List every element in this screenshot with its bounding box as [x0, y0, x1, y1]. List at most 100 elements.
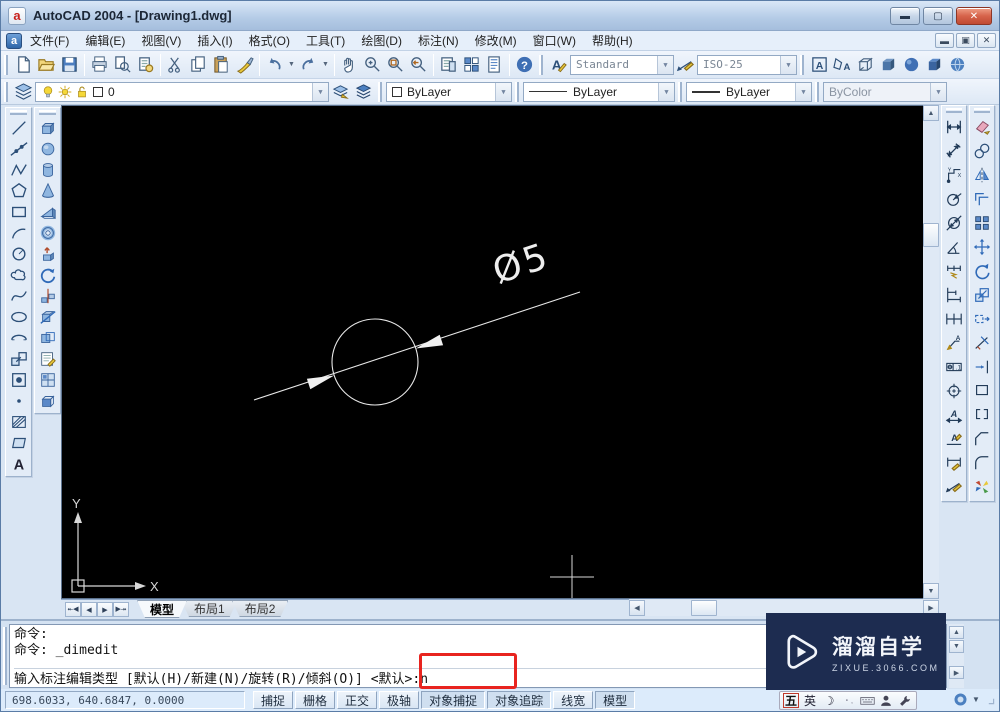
menu-draw[interactable]: 绘图(D)	[353, 31, 410, 51]
model-toggle[interactable]: 模型	[595, 691, 636, 709]
properties-button[interactable]	[437, 53, 460, 76]
horizontal-scroll-thumb[interactable]	[691, 600, 717, 616]
quick-dimension-button[interactable]	[942, 259, 966, 283]
explode-button[interactable]	[970, 475, 994, 499]
ortho-toggle[interactable]: 正交	[337, 691, 378, 709]
save-button[interactable]	[58, 53, 81, 76]
osnap-toggle[interactable]: 对象捕捉	[421, 691, 486, 709]
toolbar-grip[interactable]	[946, 108, 962, 113]
redo-dropdown[interactable]: ▼	[320, 53, 331, 76]
render-button[interactable]	[946, 53, 969, 76]
insert-block-button[interactable]	[6, 348, 31, 369]
toolbar-grip[interactable]	[974, 108, 990, 113]
layer-previous-button[interactable]	[352, 80, 375, 103]
paste-button[interactable]	[210, 53, 233, 76]
command-scrollbar[interactable]: ▲ ▼ ▶	[949, 624, 964, 688]
menu-tools[interactable]: 工具(T)	[298, 31, 353, 51]
dimension-text-edit-button[interactable]: A	[942, 427, 966, 451]
layer-states-button[interactable]	[329, 80, 352, 103]
command-scroll-right-icon[interactable]: ▶	[949, 666, 964, 679]
undo-button[interactable]	[263, 53, 286, 76]
pan-button[interactable]	[338, 53, 361, 76]
tray-dropdown-icon[interactable]: ▼	[972, 695, 980, 704]
extend-button[interactable]	[970, 355, 994, 379]
dimension-edit-button[interactable]: A	[942, 403, 966, 427]
maximize-button[interactable]: ▢	[923, 7, 953, 25]
mdi-close-button[interactable]: ✕	[977, 33, 996, 48]
toolbar-grip[interactable]	[539, 54, 543, 75]
dim-style-button[interactable]	[674, 53, 697, 76]
toolbar-grip[interactable]	[800, 54, 804, 75]
vertical-scroll-thumb[interactable]	[923, 223, 939, 247]
layer-on-bulb-icon[interactable]	[41, 85, 55, 99]
slice-button[interactable]	[35, 285, 60, 306]
ime-keyboard-icon[interactable]	[859, 693, 875, 708]
tab-layout1[interactable]: 布局1	[181, 600, 238, 617]
chamfer-button[interactable]	[970, 427, 994, 451]
multiline-text-button[interactable]: A	[6, 453, 31, 474]
toolbar-grip[interactable]	[515, 81, 519, 102]
toolbar-grip[interactable]	[4, 81, 8, 102]
chevron-down-icon[interactable]: ▼	[312, 82, 328, 101]
match-properties-button[interactable]	[233, 53, 256, 76]
chevron-down-icon[interactable]: ▼	[495, 82, 511, 101]
ime-user-icon[interactable]	[878, 693, 894, 708]
print-button[interactable]	[88, 53, 111, 76]
dimension-update-button[interactable]	[942, 451, 966, 475]
tab-last-button[interactable]: ▶⯮	[113, 602, 129, 617]
toolbar-grip[interactable]	[815, 81, 819, 102]
zoom-realtime-button[interactable]	[361, 53, 384, 76]
ellipse-arc-button[interactable]	[6, 327, 31, 348]
menu-edit[interactable]: 编辑(E)	[77, 31, 133, 51]
layer-lock-icon[interactable]	[75, 85, 89, 99]
lineweight-toggle[interactable]: 线宽	[553, 691, 594, 709]
ime-halfwidth-moon-icon[interactable]: ☽	[821, 693, 837, 708]
torus-button[interactable]	[35, 222, 60, 243]
vertical-scrollbar[interactable]: ▲ ▼	[923, 105, 939, 599]
circle-button[interactable]	[6, 243, 31, 264]
copy-object-button[interactable]	[970, 139, 994, 163]
chevron-down-icon[interactable]: ▼	[780, 55, 796, 74]
toolbar-grip[interactable]	[678, 81, 682, 102]
color-combo[interactable]: ByLayer ▼	[386, 81, 512, 102]
tab-layout2[interactable]: 布局2	[232, 600, 289, 617]
grid-toggle[interactable]: 栅格	[295, 691, 336, 709]
tool-palettes-button[interactable]	[483, 53, 506, 76]
hatch-button[interactable]	[6, 411, 31, 432]
rotate-button[interactable]	[970, 259, 994, 283]
ime-mode-button[interactable]: 五	[783, 693, 799, 708]
radius-dimension-button[interactable]	[942, 187, 966, 211]
new-button[interactable]	[12, 53, 35, 76]
close-button[interactable]: ✕	[956, 7, 992, 25]
construction-line-button[interactable]	[6, 138, 31, 159]
layer-properties-manager-button[interactable]	[12, 80, 35, 103]
ime-punct-icon[interactable]: ・,	[840, 693, 856, 708]
cylinder-button[interactable]	[35, 159, 60, 180]
tab-first-button[interactable]: ⯬◀	[65, 602, 81, 617]
undo-dropdown[interactable]: ▼	[286, 53, 297, 76]
ime-lang-button[interactable]: 英	[802, 693, 818, 708]
ellipse-button[interactable]	[6, 306, 31, 327]
mirror-button[interactable]	[970, 163, 994, 187]
resize-grip-icon[interactable]	[984, 694, 996, 706]
zoom-window-button[interactable]	[384, 53, 407, 76]
layer-freeze-sun-icon[interactable]	[58, 85, 72, 99]
dimension-style-button[interactable]	[942, 475, 966, 499]
copy-button[interactable]	[187, 53, 210, 76]
make-block-button[interactable]	[6, 369, 31, 390]
baseline-dimension-button[interactable]	[942, 283, 966, 307]
cut-button[interactable]	[164, 53, 187, 76]
command-window-grip[interactable]	[3, 627, 7, 685]
aligned-dimension-button[interactable]	[942, 139, 966, 163]
setup-profile-button[interactable]	[35, 390, 60, 411]
communication-center-icon[interactable]	[953, 692, 968, 707]
extrude-button[interactable]	[35, 243, 60, 264]
text-style-combo[interactable]: Standard ▼	[570, 54, 674, 75]
offset-button[interactable]	[970, 187, 994, 211]
toolbar-grip[interactable]	[378, 81, 382, 102]
diameter-dimension-button[interactable]	[942, 211, 966, 235]
revision-cloud-button[interactable]	[6, 264, 31, 285]
spline-button[interactable]	[6, 285, 31, 306]
drawing-canvas[interactable]: Ø5 Y X	[61, 105, 923, 599]
scroll-up-button[interactable]: ▲	[923, 105, 939, 121]
